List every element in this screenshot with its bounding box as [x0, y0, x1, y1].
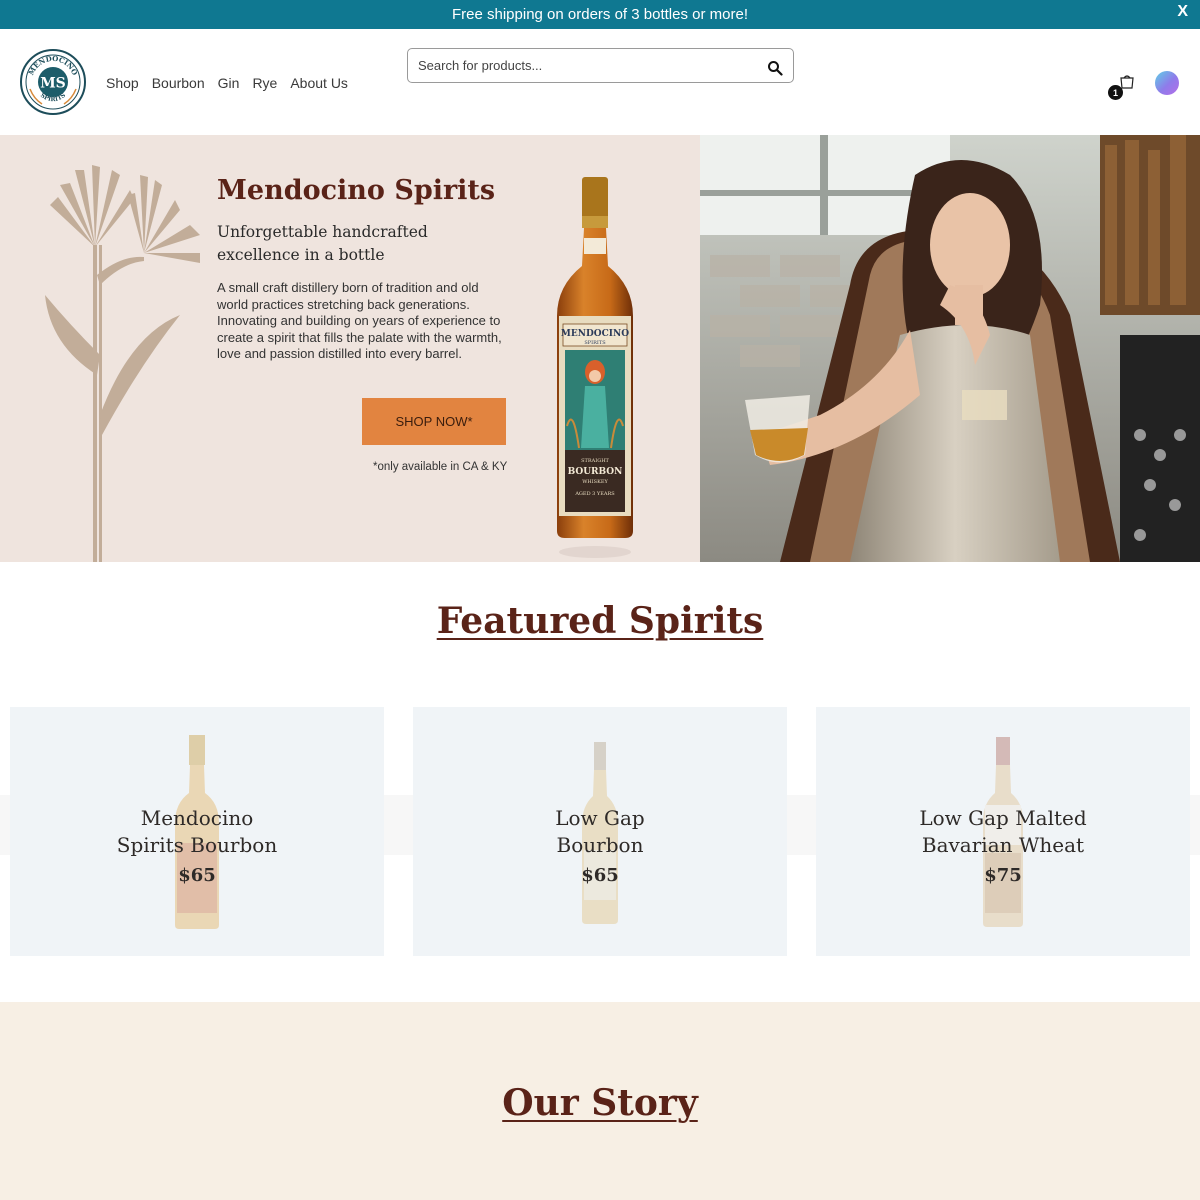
lifestyle-photo: [700, 135, 1200, 562]
product-card[interactable]: Mendocino Spirits Bourbon $65: [10, 707, 384, 956]
hero-subtitle: Unforgettable handcrafted excellence in …: [217, 223, 428, 264]
bottle-line1: STRAIGHT: [581, 458, 609, 464]
logo[interactable]: MS MENDOCINO SPIRITS: [20, 49, 86, 115]
hero-description: A small craft distillery born of traditi…: [217, 280, 502, 361]
search-box: [407, 48, 794, 83]
bottle-line4: AGED 3 YEARS: [574, 491, 615, 497]
avatar[interactable]: [1155, 71, 1179, 95]
product-name-line2: Bavarian Wheat: [921, 833, 1085, 857]
bottle-brand: MENDOCINO: [561, 329, 629, 339]
nav-rye[interactable]: Rye: [252, 75, 277, 91]
product-name: Low Gap Malted Bavarian Wheat: [816, 805, 1190, 859]
featured-title[interactable]: Featured Spirits: [437, 600, 764, 642]
availability-note: *only available in CA & KY: [373, 461, 508, 473]
cart-count-badge: 1: [1108, 85, 1123, 100]
product-card[interactable]: Low Gap Malted Bavarian Wheat $75: [816, 707, 1190, 956]
announcement-text: Free shipping on orders of 3 bottles or …: [452, 6, 748, 23]
logo-initials: MS: [40, 76, 66, 92]
main-nav: Shop Bourbon Gin Rye About Us: [106, 75, 348, 91]
hero-panel: Mendocino Spirits Unforgettable handcraf…: [0, 135, 700, 562]
bottle-line2: BOURBON: [568, 467, 623, 477]
bottle-line3: WHISKEY: [582, 479, 608, 485]
close-icon[interactable]: X: [1177, 3, 1188, 21]
product-name-line2: Bourbon: [556, 833, 644, 857]
bourbon-bottle-image: MENDOCINO SPIRITS STRAIGHT BOURBON WHISK…: [557, 177, 633, 558]
product-name: Mendocino Spirits Bourbon: [10, 805, 384, 859]
flower-illustration: [45, 165, 200, 562]
search-input[interactable]: [418, 58, 767, 73]
search-icon[interactable]: [767, 60, 783, 76]
site-header: MS MENDOCINO SPIRITS Shop Bourbon Gin Ry…: [0, 29, 1200, 135]
hero-title: Mendocino Spirits: [217, 175, 496, 206]
story-title[interactable]: Our Story: [502, 1082, 698, 1124]
story-heading: Our Story: [0, 1082, 1200, 1124]
announcement-bar: Free shipping on orders of 3 bottles or …: [0, 0, 1200, 29]
product-price: $75: [984, 865, 1022, 886]
product-price: $65: [178, 865, 216, 886]
product-name-line1: Low Gap Malted: [919, 806, 1087, 830]
shop-now-button[interactable]: SHOP NOW*: [362, 398, 506, 445]
cart-button[interactable]: 1: [1108, 73, 1136, 103]
nav-bourbon[interactable]: Bourbon: [152, 75, 205, 91]
nav-about-us[interactable]: About Us: [290, 75, 348, 91]
product-name: Low Gap Bourbon: [413, 805, 787, 859]
product-price: $65: [581, 865, 619, 886]
bottle-brand-sub: SPIRITS: [584, 340, 606, 346]
featured-heading: Featured Spirits: [0, 600, 1200, 642]
product-name-line1: Low Gap: [555, 806, 645, 830]
nav-gin[interactable]: Gin: [218, 75, 240, 91]
nav-shop[interactable]: Shop: [106, 75, 139, 91]
product-name-line1: Mendocino: [140, 806, 254, 830]
our-story-section: Our Story: [0, 1002, 1200, 1200]
product-card[interactable]: Low Gap Bourbon $65: [413, 707, 787, 956]
product-name-line2: Spirits Bourbon: [116, 833, 278, 857]
